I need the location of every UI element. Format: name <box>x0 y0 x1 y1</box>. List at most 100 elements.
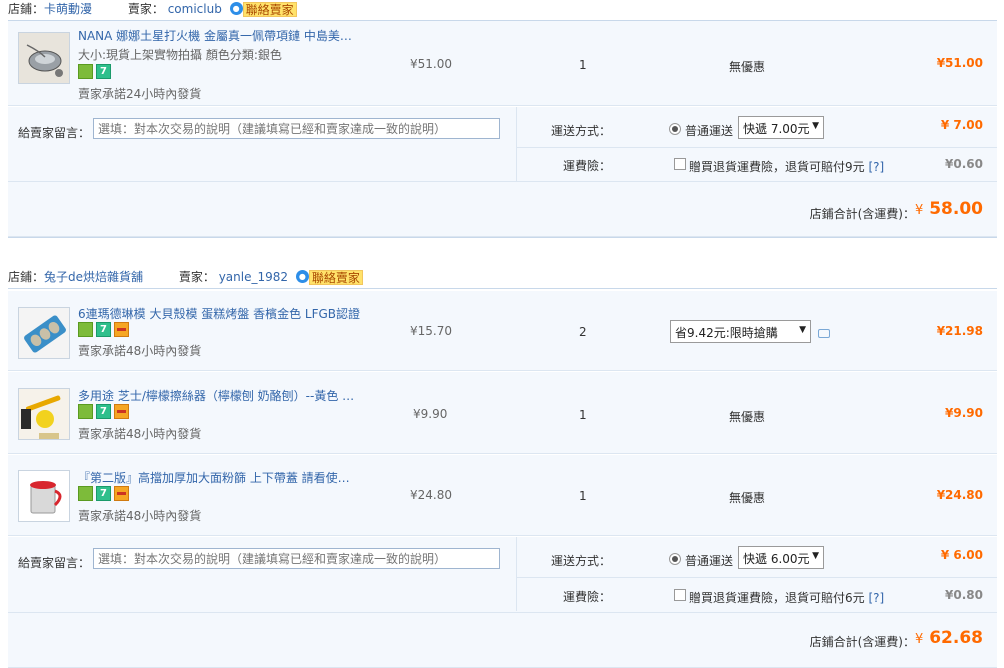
item-subtotal: ¥21.98 <box>936 324 983 338</box>
flour-sifter-thumb[interactable] <box>18 470 70 522</box>
insurance-price: ¥0.60 <box>945 157 983 171</box>
seven-day-return-icon[interactable]: 7 <box>96 322 111 337</box>
chat-icon: ● <box>229 2 243 15</box>
shipping-select[interactable]: 快遞 7.00元 ▼ <box>738 116 824 139</box>
discount-text: 無優惠 <box>729 491 766 505</box>
seller-name-link[interactable]: yanle_1982 <box>219 270 288 284</box>
shop-header-2: 店鋪：兔子de烘焙雜貨舖 賣家： yanle_1982 ● 聯絡賣家 <box>8 268 363 286</box>
insurance-label: 運費險： <box>563 590 612 604</box>
shipping-radio[interactable] <box>669 553 681 565</box>
insurance-checkbox[interactable] <box>674 589 686 601</box>
shop-total-value: ¥ 62.68 <box>915 628 983 648</box>
credit-card-icon[interactable] <box>114 404 129 419</box>
message-label: 給賣家留言： <box>18 556 91 570</box>
cart-item-row: 6連瑪德琳模 大貝殼模 蛋糕烤盤 香檳金色 LFGB認證 7 賣家承諾48小時內… <box>8 291 997 371</box>
shipping-promise: 賣家承諾48小時內發貨 <box>78 344 202 358</box>
insurance-help-link[interactable]: [?] <box>868 591 884 605</box>
insurance-text: 贈買退貨運費險，退貨可賠付9元 <box>689 160 865 174</box>
unit-price: ¥9.90 <box>413 407 448 421</box>
seller-label: 賣家： <box>127 2 164 16</box>
shipping-select[interactable]: 快遞 6.00元 ▼ <box>738 546 824 569</box>
shop-name-link[interactable]: 卡萌動漫 <box>44 2 92 16</box>
flour-sifter-image <box>19 471 69 521</box>
message-input[interactable] <box>93 118 500 139</box>
discount-select[interactable]: 省9.42元:限時搶購 ▼ <box>670 320 811 343</box>
item-title-link[interactable]: 『第二版』高擋加厚加大面粉篩 上下帶蓋 請看使… <box>78 469 350 486</box>
shop-header-1: 店鋪：卡萌動漫 賣家： comiclub ● 聯絡賣家 <box>8 0 297 18</box>
insurance-label: 運費險： <box>563 159 612 173</box>
guarantee-icon[interactable] <box>78 322 93 337</box>
quantity: 1 <box>579 489 587 503</box>
grater-image <box>19 389 69 439</box>
insurance-help-link[interactable]: [?] <box>868 160 884 174</box>
shipping-price: ¥ 7.00 <box>940 118 983 132</box>
shop-name-link[interactable]: 兔子de烘焙雜貨舖 <box>44 270 143 284</box>
shipping-promise: 賣家承諾24小時內發貨 <box>78 87 202 101</box>
discount-text: 無優惠 <box>729 410 766 424</box>
cart-item-row: NANA 娜娜土星打火機 金屬真一佩帶項鏈 中島美… 大小:現貨上架實物拍攝 顏… <box>8 21 997 106</box>
insurance-text: 贈買退貨運費險，退貨可賠付6元 <box>689 591 865 605</box>
shipping-radio[interactable] <box>669 123 681 135</box>
service-badges: 7 <box>78 322 132 338</box>
madeleine-mold-thumb[interactable] <box>18 307 70 359</box>
item-title-link[interactable]: NANA 娜娜土星打火機 金屬真一佩帶項鏈 中島美… <box>78 27 352 44</box>
divider <box>8 288 997 289</box>
service-badges: 7 <box>78 64 114 80</box>
divider <box>8 237 997 238</box>
cart-item-row: 多用途 芝士/檸檬擦絲器（檸檬刨 奶酪刨）--黃色 … 7 賣家承諾48小時內發… <box>8 372 997 454</box>
message-input[interactable] <box>93 548 500 569</box>
divider <box>517 147 997 148</box>
currency-symbol: ¥ <box>915 203 924 218</box>
seven-day-return-icon[interactable]: 7 <box>96 486 111 501</box>
chevron-down-icon: ▼ <box>812 551 819 561</box>
lighter-thumb[interactable] <box>18 32 70 84</box>
item-title-link[interactable]: 6連瑪德琳模 大貝殼模 蛋糕烤盤 香檳金色 LFGB認證 <box>78 305 360 322</box>
chat-icon: ● <box>295 270 309 283</box>
shipping-select-value: 快遞 7.00元 <box>743 122 810 136</box>
item-title-link[interactable]: 多用途 芝士/檸檬擦絲器（檸檬刨 奶酪刨）--黃色 … <box>78 387 354 404</box>
shipping-option-label: 普通運送 <box>685 554 734 568</box>
credit-card-icon[interactable] <box>114 322 129 337</box>
insurance-checkbox[interactable] <box>674 158 686 170</box>
insurance-price: ¥0.80 <box>945 588 983 602</box>
divider <box>516 107 517 181</box>
divider <box>8 181 997 182</box>
seller-name-link[interactable]: comiclub <box>168 2 222 16</box>
unit-price: ¥24.80 <box>410 488 452 502</box>
item-subtotal: ¥9.90 <box>945 406 983 420</box>
message-label: 給賣家留言： <box>18 126 91 140</box>
quantity: 2 <box>579 325 587 339</box>
grater-thumb[interactable] <box>18 388 70 440</box>
lighter-image <box>19 33 69 83</box>
unit-price: ¥51.00 <box>410 57 452 71</box>
chat-icon[interactable] <box>818 329 830 338</box>
shipping-promise: 賣家承諾48小時內發貨 <box>78 427 202 441</box>
seven-day-return-icon[interactable]: 7 <box>96 64 111 79</box>
guarantee-icon[interactable] <box>78 486 93 501</box>
shipping-method-label: 運送方式： <box>551 124 612 138</box>
quantity: 1 <box>579 408 587 422</box>
madeleine-mold-image <box>19 308 69 358</box>
service-badges: 7 <box>78 486 132 502</box>
shipping-method-label: 運送方式： <box>551 554 612 568</box>
contact-seller-label: 聯絡賣家 <box>308 270 363 285</box>
item-spec: 大小:現貨上架實物拍攝 顏色分類:銀色 <box>78 48 282 62</box>
shop-total-label: 店鋪合計(含運費)： <box>809 207 915 221</box>
currency-symbol: ¥ <box>915 632 924 647</box>
credit-card-icon[interactable] <box>114 486 129 501</box>
shop-label: 店鋪： <box>8 2 45 16</box>
contact-seller-label: 聯絡賣家 <box>242 2 297 17</box>
guarantee-icon[interactable] <box>78 64 93 79</box>
divider <box>516 537 517 611</box>
contact-seller-button[interactable]: ● 聯絡賣家 <box>229 2 297 17</box>
shop-options-block: 給賣家留言： 運送方式： 普通運送 快遞 7.00元▼ ¥ 7.00 運費險： … <box>8 107 997 237</box>
chevron-down-icon: ▼ <box>799 325 806 335</box>
service-badges: 7 <box>78 404 132 420</box>
contact-seller-button[interactable]: ● 聯絡賣家 <box>295 270 363 285</box>
divider <box>517 577 997 578</box>
shipping-option-label: 普通運送 <box>685 124 734 138</box>
shop-total-value: ¥ 58.00 <box>915 199 983 219</box>
seven-day-return-icon[interactable]: 7 <box>96 404 111 419</box>
guarantee-icon[interactable] <box>78 404 93 419</box>
unit-price: ¥15.70 <box>410 324 452 338</box>
